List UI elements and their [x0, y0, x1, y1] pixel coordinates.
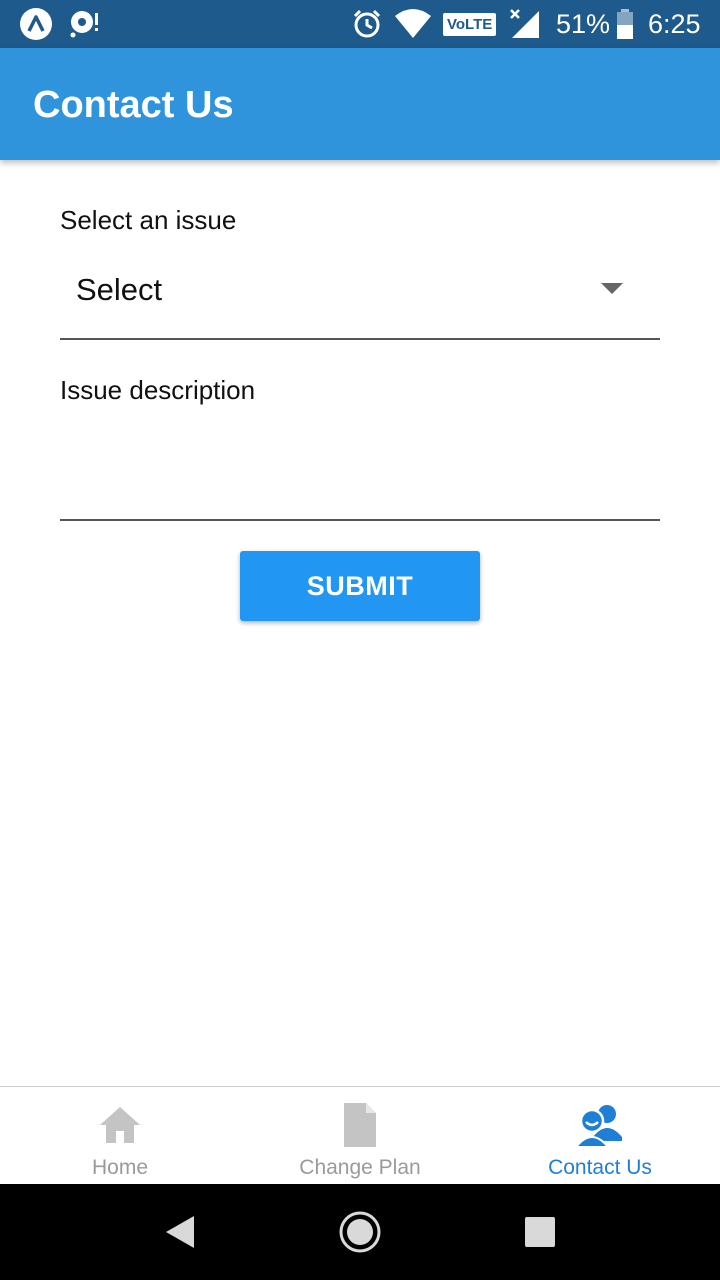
issue-label: Select an issue: [60, 205, 237, 235]
home-icon: [96, 1101, 144, 1149]
tab-home[interactable]: Home: [0, 1087, 240, 1185]
clock: 6:25: [648, 8, 701, 39]
back-icon[interactable]: [150, 1202, 210, 1262]
media-icon: [67, 0, 101, 48]
contact-people-icon: [573, 1101, 624, 1149]
status-bar: VoLTE 51% 6:25: [0, 0, 720, 48]
tab-home-label: Home: [91, 1156, 149, 1179]
issue-select-value: Select: [76, 272, 163, 307]
bottom-tab-bar: Home Change Plan Contact Us: [0, 1086, 720, 1184]
app-a-icon: [18, 0, 54, 48]
volte-badge: VoLTE: [443, 12, 497, 36]
battery-percent: 51%: [556, 8, 611, 39]
tab-contact-us[interactable]: Contact Us: [480, 1087, 720, 1185]
volte-icon: VoLTE: [443, 0, 497, 48]
system-nav-bar: [0, 1184, 720, 1280]
issue-select[interactable]: Select: [60, 250, 660, 340]
page-title: Contact Us: [33, 84, 234, 126]
tab-contact-us-label: Contact Us: [548, 1156, 652, 1179]
description-label: Issue description: [60, 375, 256, 405]
wifi-icon: [393, 0, 433, 48]
home-circle-icon[interactable]: [330, 1202, 390, 1262]
signal-icon: [508, 0, 542, 48]
alarm-icon: [351, 0, 383, 48]
tab-change-plan[interactable]: Change Plan: [240, 1087, 480, 1185]
submit-button[interactable]: SUBMIT: [240, 551, 480, 621]
recents-icon[interactable]: [510, 1202, 570, 1262]
battery-icon: [616, 0, 634, 48]
tab-change-plan-label: Change Plan: [299, 1156, 421, 1179]
dropdown-caret-icon: [601, 283, 623, 294]
issue-description-input[interactable]: [60, 412, 660, 521]
app-bar: Contact Us: [0, 48, 720, 160]
document-icon: [336, 1101, 384, 1149]
